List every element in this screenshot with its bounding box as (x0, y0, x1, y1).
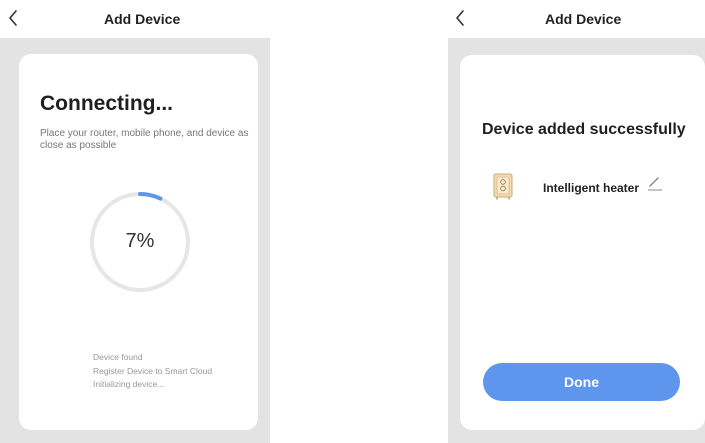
chevron-left-icon (7, 8, 27, 28)
connecting-screen: Add Device Connecting... Place your rout… (0, 0, 270, 443)
navigation-bar: Add Device (0, 0, 270, 38)
page-title: Add Device (104, 11, 181, 27)
success-card: Device added successfully Intelligent he… (460, 55, 705, 430)
page-title: Add Device (545, 11, 622, 27)
step-item: Device found (93, 352, 143, 362)
progress-percent: 7% (125, 230, 155, 252)
device-row: Intelligent heater (493, 173, 693, 203)
back-button[interactable] (454, 8, 474, 30)
back-button[interactable] (7, 8, 27, 30)
placement-hint: Place your router, mobile phone, and dev… (40, 128, 249, 151)
success-screen: Add Device Device added successfully Int… (448, 0, 705, 443)
step-item: Initializing device... (93, 379, 165, 389)
pencil-icon[interactable] (647, 175, 663, 191)
chevron-left-icon (454, 8, 474, 28)
navigation-bar: Add Device (448, 0, 705, 38)
connection-steps: Device found Register Device to Smart Cl… (93, 351, 212, 392)
device-name: Intelligent heater (543, 181, 640, 195)
connecting-title: Connecting... (40, 92, 173, 115)
connecting-card: Connecting... Place your router, mobile … (19, 54, 258, 430)
step-item: Register Device to Smart Cloud (93, 365, 213, 376)
done-button[interactable]: Done (483, 363, 680, 401)
heater-icon (493, 173, 513, 200)
success-title: Device added successfully (482, 121, 686, 138)
progress-arc (138, 192, 163, 201)
